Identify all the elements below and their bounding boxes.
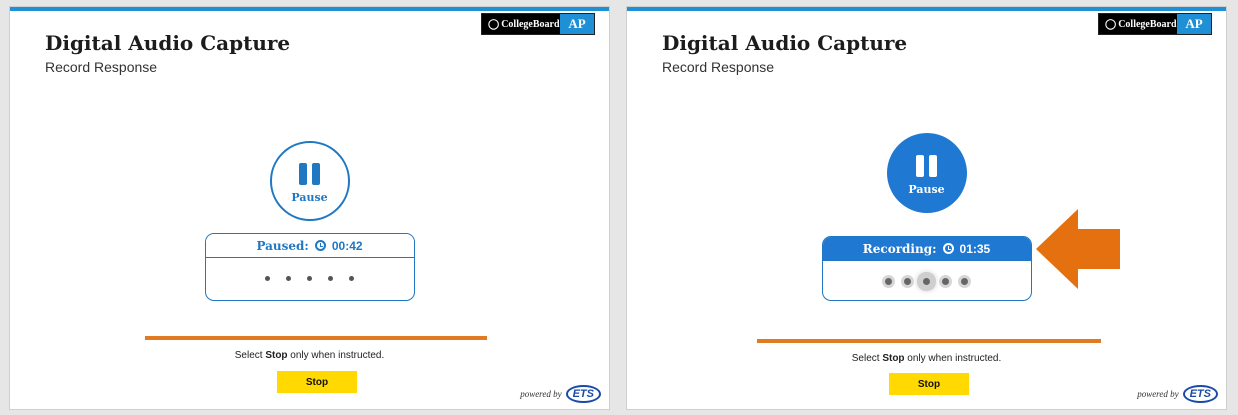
- audio-level-indicator: [206, 258, 414, 298]
- ets-logo: ETS: [565, 385, 601, 403]
- powered-by-text: powered by: [520, 389, 562, 399]
- clock-icon: [942, 243, 954, 254]
- divider-line: [757, 339, 1101, 343]
- ap-logo: AP: [560, 14, 594, 34]
- clock-icon: [314, 240, 326, 251]
- page-title: Digital Audio Capture: [662, 31, 908, 55]
- right-panel-recording: ◯ CollegeBoard AP Digital Audio Capture …: [626, 6, 1227, 410]
- collegeboard-logo: ◯ CollegeBoard: [1099, 14, 1177, 34]
- page-title: Digital Audio Capture: [45, 31, 291, 55]
- ap-logo: AP: [1177, 14, 1211, 34]
- status-box: Paused: 00:42: [204, 233, 415, 301]
- level-dot: [885, 277, 892, 285]
- level-dot: [942, 277, 949, 285]
- collegeboard-shield-icon: ◯: [488, 18, 500, 30]
- powered-by-ets: powered by ETS: [1137, 385, 1218, 403]
- level-dot: [961, 277, 968, 285]
- collegeboard-ap-logo: ◯ CollegeBoard AP: [1098, 13, 1212, 35]
- arrow-left-icon: [1036, 209, 1120, 289]
- pause-label: Pause: [908, 182, 945, 196]
- status-label: Paused:: [256, 238, 309, 253]
- collegeboard-logo: ◯ CollegeBoard: [482, 14, 560, 34]
- status-label: Recording:: [862, 241, 937, 256]
- pause-button[interactable]: Pause: [886, 133, 967, 213]
- collegeboard-shield-icon: ◯: [1105, 18, 1117, 30]
- level-dot-active: [923, 277, 930, 285]
- top-accent-bar: [627, 7, 1226, 11]
- stop-button[interactable]: Stop: [889, 373, 969, 395]
- stop-instruction: Select Stop only when instructed.: [234, 350, 385, 361]
- pause-icon: [299, 162, 320, 185]
- stop-button[interactable]: Stop: [277, 371, 357, 393]
- level-dot: [265, 275, 270, 281]
- status-header: Recording: 01:35: [822, 237, 1031, 261]
- divider-line: [145, 336, 487, 340]
- timer: 01:35: [959, 241, 991, 256]
- left-panel-paused: ◯ CollegeBoard AP Digital Audio Capture …: [9, 6, 610, 410]
- status-box: Recording: 01:35: [821, 236, 1032, 301]
- level-dot: [328, 275, 333, 281]
- stop-instruction: Select Stop only when instructed.: [851, 353, 1002, 364]
- powered-by-text: powered by: [1137, 389, 1179, 399]
- pause-label: Pause: [291, 190, 328, 204]
- timer: 00:42: [331, 238, 363, 253]
- pause-icon: [916, 154, 937, 177]
- level-dot: [307, 275, 312, 281]
- pause-button[interactable]: Pause: [269, 141, 350, 221]
- collegeboard-ap-logo: ◯ CollegeBoard AP: [481, 13, 595, 35]
- level-dot: [349, 275, 354, 281]
- ets-logo: ETS: [1182, 385, 1218, 403]
- status-header: Paused: 00:42: [205, 234, 414, 258]
- top-accent-bar: [10, 7, 609, 11]
- page-subtitle: Record Response: [662, 59, 775, 75]
- audio-level-indicator: [823, 261, 1031, 300]
- page-subtitle: Record Response: [45, 59, 158, 75]
- level-dot: [286, 275, 291, 281]
- powered-by-ets: powered by ETS: [520, 385, 601, 403]
- level-dot: [904, 277, 911, 285]
